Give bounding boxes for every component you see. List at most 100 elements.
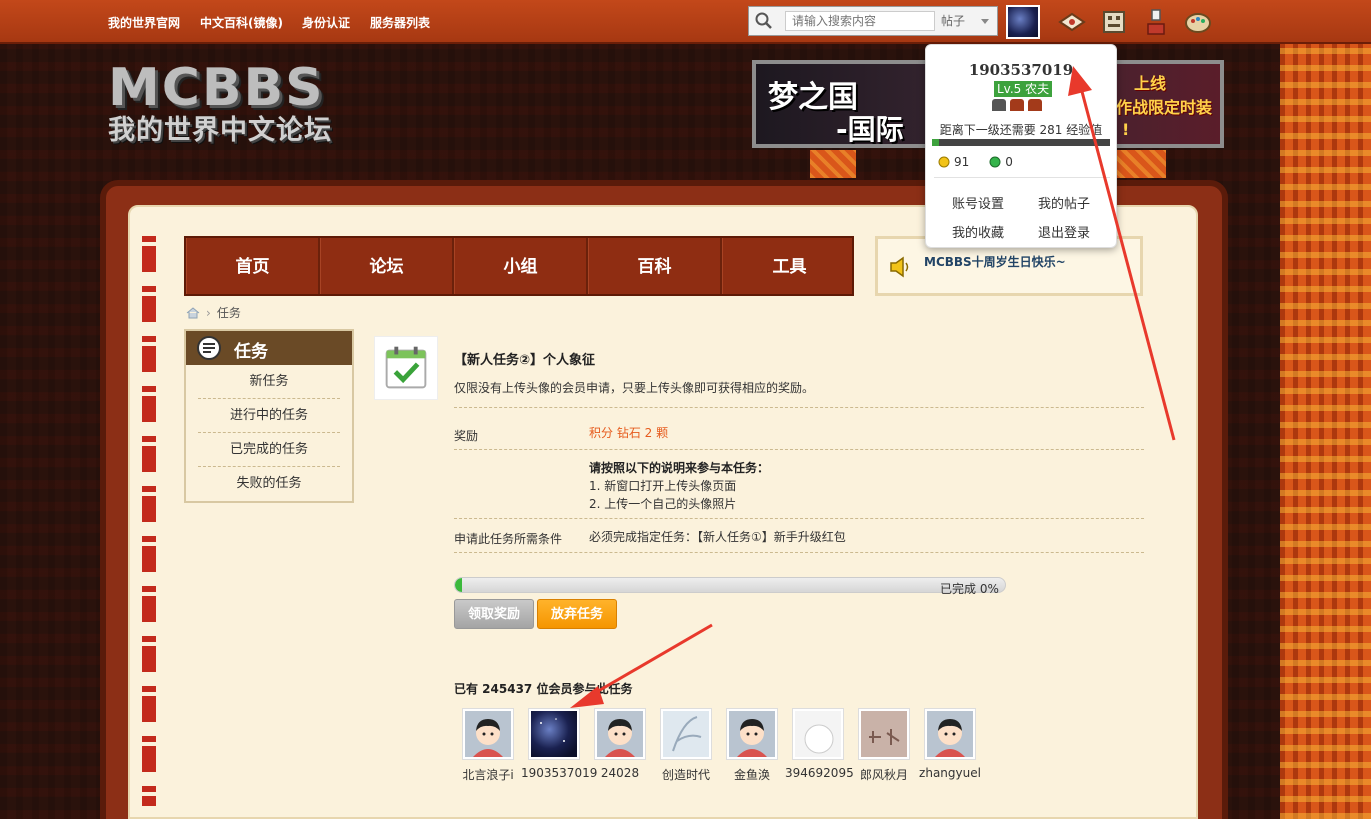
search-box: 帖子 bbox=[748, 6, 998, 36]
nav-item-home[interactable]: 首页 bbox=[186, 238, 320, 294]
nav-item-wiki[interactable]: 百科 bbox=[588, 238, 722, 294]
member-item[interactable]: zhangyuel bbox=[917, 708, 983, 780]
reward-value: 积分 钻石 2 颗 bbox=[589, 426, 669, 440]
sidebar-item-in-progress[interactable]: 进行中的任务 bbox=[198, 399, 340, 433]
user-level-badge: Lv.5 农夫 bbox=[994, 81, 1053, 97]
breadcrumb: › 任务 bbox=[186, 304, 241, 321]
default-avatar-icon bbox=[597, 711, 643, 757]
member-name[interactable]: zhangyuel bbox=[917, 766, 983, 780]
task-title: 【新人任务②】个人象征 bbox=[454, 353, 596, 368]
sketch-avatar-image bbox=[663, 711, 709, 757]
member-item[interactable]: 1903537019 bbox=[521, 708, 597, 780]
sidebar-item-new[interactable]: 新任务 bbox=[198, 365, 340, 399]
user-medals bbox=[992, 99, 1052, 113]
gold-count: 91 bbox=[954, 155, 970, 169]
logout-link[interactable]: 退出登录 bbox=[1038, 222, 1090, 241]
member-avatar[interactable] bbox=[726, 708, 778, 760]
member-name[interactable]: 394692095 bbox=[785, 766, 854, 780]
search-input[interactable] bbox=[785, 11, 935, 31]
task-badge-icon bbox=[197, 336, 221, 360]
divider bbox=[454, 552, 1144, 553]
member-item[interactable]: 北言浪子i bbox=[455, 708, 521, 783]
home-icon[interactable] bbox=[186, 306, 200, 319]
palette-icon[interactable] bbox=[1182, 6, 1214, 38]
speaker-icon bbox=[890, 256, 909, 278]
my-posts-link[interactable]: 我的帖子 bbox=[1038, 193, 1090, 212]
member-name[interactable]: 创造时代 bbox=[653, 766, 719, 783]
member-avatar[interactable] bbox=[528, 708, 580, 760]
banner-tag: 上线 bbox=[1134, 74, 1167, 93]
member-item[interactable]: 24028 bbox=[587, 708, 653, 780]
galaxy-avatar-image bbox=[531, 711, 577, 757]
search-type-label: 帖子 bbox=[941, 14, 966, 28]
emerald-icon bbox=[989, 156, 1001, 168]
member-avatar[interactable] bbox=[792, 708, 844, 760]
site-logo[interactable]: MCBBS 我的世界中文论坛 bbox=[108, 62, 378, 152]
breadcrumb-separator: › bbox=[206, 305, 211, 320]
member-avatar[interactable] bbox=[462, 708, 514, 760]
lava-block bbox=[810, 150, 856, 178]
member-avatar[interactable] bbox=[858, 708, 910, 760]
task-sidebar: 任务 新任务 进行中的任务 已完成的任务 失败的任务 bbox=[184, 329, 354, 503]
banner-tail: ! bbox=[1122, 120, 1130, 139]
my-favorites-link[interactable]: 我的收藏 bbox=[952, 222, 1004, 241]
main-nav: 首页 论坛 小组 百科 工具 bbox=[184, 236, 854, 296]
top-link-servers[interactable]: 服务器列表 bbox=[370, 14, 430, 31]
announcement-link[interactable]: MCBBS十周岁生日快乐~ bbox=[924, 253, 1066, 270]
member-item[interactable]: 金鱼涣 bbox=[719, 708, 785, 783]
instructions-title: 请按照以下的说明来参与本任务： bbox=[589, 461, 770, 475]
next-level-text: 距离下一级还需要 281 经验值 bbox=[939, 123, 1103, 137]
divider bbox=[454, 407, 1144, 408]
instruction-step[interactable]: 1. 新窗口打开上传头像页面 bbox=[589, 477, 736, 494]
member-name[interactable]: 24028 bbox=[587, 766, 653, 780]
abandon-task-button[interactable]: 放弃任务 bbox=[537, 599, 617, 629]
account-settings-link[interactable]: 账号设置 bbox=[952, 193, 1004, 212]
divider bbox=[454, 518, 1144, 519]
default-avatar-icon bbox=[465, 711, 511, 757]
task-description: 仅限没有上传头像的会员申请，只要上传头像即可获得相应的奖励。 bbox=[454, 381, 815, 395]
member-name[interactable]: 1903537019 bbox=[521, 766, 597, 780]
member-name[interactable]: 金鱼涣 bbox=[719, 766, 785, 783]
nav-item-forum[interactable]: 论坛 bbox=[320, 238, 454, 294]
task-progress-fill bbox=[455, 578, 462, 592]
gold-nugget-icon bbox=[938, 156, 950, 168]
sidebar-item-completed[interactable]: 已完成的任务 bbox=[198, 433, 340, 467]
top-bar: 我的世界官网 中文百科(镜像) 身份认证 服务器列表 帖子 bbox=[0, 0, 1371, 44]
top-link-verify[interactable]: 身份认证 bbox=[302, 14, 350, 31]
condition-value: 必须完成指定任务：【新人任务①】新手升级红包 bbox=[589, 530, 846, 544]
user-menu-username[interactable]: 1903537019 bbox=[926, 61, 1116, 79]
nav-item-tools[interactable]: 工具 bbox=[722, 238, 856, 294]
breadcrumb-current[interactable]: 任务 bbox=[217, 304, 241, 321]
medal-icon bbox=[992, 99, 1006, 111]
white-avatar-image bbox=[795, 711, 841, 757]
instruction-step: 2. 上传一个自己的头像照片 bbox=[589, 497, 737, 511]
condition-label: 申请此任务所需条件 bbox=[454, 532, 563, 546]
divider bbox=[934, 177, 1110, 178]
nav-item-groups[interactable]: 小组 bbox=[454, 238, 588, 294]
user-avatar[interactable] bbox=[1006, 5, 1040, 39]
member-item[interactable]: 郎风秋月 bbox=[851, 708, 917, 783]
top-link-official[interactable]: 我的世界官网 bbox=[108, 14, 180, 31]
calligraphy-avatar-image bbox=[861, 711, 907, 757]
claim-reward-button[interactable]: 领取奖励 bbox=[454, 599, 534, 629]
sidebar-header: 任务 bbox=[186, 331, 352, 365]
search-type-select[interactable]: 帖子 bbox=[937, 11, 995, 31]
member-item[interactable]: 创造时代 bbox=[653, 708, 719, 783]
search-icon[interactable] bbox=[755, 12, 773, 30]
task-progress-bar bbox=[454, 577, 1006, 593]
calendar-check-icon bbox=[385, 346, 427, 389]
top-link-wiki[interactable]: 中文百科(镜像) bbox=[200, 14, 283, 31]
member-item[interactable]: 394692095 bbox=[785, 708, 854, 780]
member-avatar[interactable] bbox=[924, 708, 976, 760]
emerald-count: 0 bbox=[1005, 155, 1013, 169]
notifications-icon[interactable] bbox=[1098, 6, 1130, 38]
member-avatar[interactable] bbox=[660, 708, 712, 760]
tasks-icon[interactable] bbox=[1140, 6, 1172, 38]
member-name[interactable]: 郎风秋月 bbox=[851, 766, 917, 783]
member-avatar[interactable] bbox=[594, 708, 646, 760]
messages-icon[interactable] bbox=[1056, 6, 1088, 38]
level-progress-bar bbox=[932, 139, 1110, 146]
member-name[interactable]: 北言浪子i bbox=[455, 766, 521, 783]
sidebar-item-failed[interactable]: 失败的任务 bbox=[198, 467, 340, 501]
banner-subtitle: -国际 bbox=[836, 113, 904, 146]
